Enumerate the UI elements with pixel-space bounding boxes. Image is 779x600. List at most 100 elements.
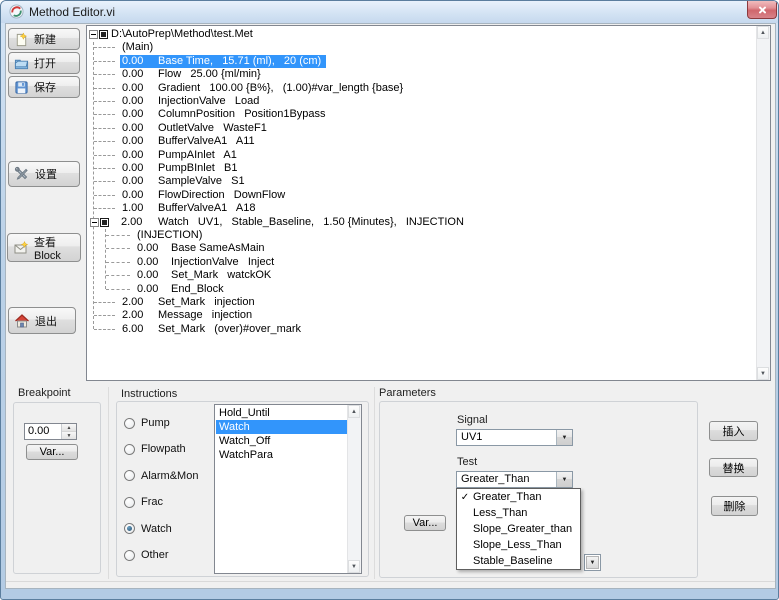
radio-option-other[interactable]: Other [124,548,169,562]
view-block-button[interactable]: 查看Block [7,233,81,262]
breakpoint-value[interactable]: 0.00 [25,424,61,439]
list-item[interactable]: Watch_Off [216,434,347,448]
tree-row[interactable]: 1.00BufferValveA1 A18 [120,202,255,215]
close-button[interactable] [747,1,777,19]
tree-row[interactable]: 0.00Gradient 100.00 {B%}, (1.00)#var_len… [120,82,403,95]
settings-button[interactable]: 设置 [8,161,80,187]
value-select-arrow[interactable]: ▼ [584,554,601,571]
delete-button[interactable]: 删除 [711,496,758,516]
menu-item-less_than[interactable]: Less_Than [457,505,580,521]
tree-row[interactable]: 0.00SampleValve S1 [120,175,245,188]
insert-button[interactable]: 插入 [709,421,758,441]
tree-row[interactable]: 0.00InjectionValve Load [120,95,259,108]
list-item[interactable]: WatchPara [216,448,347,462]
radio-option-pump[interactable]: Pump [124,416,170,430]
parameters-var-button[interactable]: Var... [404,515,446,531]
spinner-up-icon[interactable]: ▲ [62,424,76,432]
tree-row-time: 0.00 [122,95,158,108]
tree-row-time: 0.00 [122,149,158,162]
scroll-down-icon[interactable]: ▼ [757,367,769,380]
open-button[interactable]: 打开 [8,52,80,74]
tree-row[interactable]: (Main) [120,41,153,54]
collapse-icon[interactable] [89,30,98,39]
breakpoint-var-button[interactable]: Var... [26,444,78,460]
tree-row-text: BufferValveA1 A18 [158,202,255,215]
menu-item-label: Slope_Greater_than [473,523,572,535]
scroll-up-icon[interactable]: ▲ [757,26,769,39]
tree-connector [106,262,130,263]
test-label: Test [457,456,477,468]
tree-row-text: D:\AutoPrep\Method\test.Met [111,28,253,41]
list-item[interactable]: Watch [216,420,347,434]
tree-row[interactable]: 0.00Set_Mark watckOK [135,269,271,282]
test-select[interactable]: Greater_Than ▼ [456,471,573,488]
open-folder-icon [14,56,29,71]
scroll-down-icon[interactable]: ▼ [348,560,360,573]
spinner-down-icon[interactable]: ▼ [62,432,76,439]
method-tree[interactable]: ▲ ▼ D:\AutoPrep\Method\test.Met(Main)0.0… [86,25,771,381]
list-scrollbar[interactable]: ▲ ▼ [347,405,361,573]
menu-item-stable_baseline[interactable]: Stable_Baseline [457,553,580,569]
tree-row-text: Flow 25.00 {ml/min} [158,68,261,81]
window-title: Method Editor.vi [29,5,115,19]
tree-row[interactable]: 6.00Set_Mark (over)#over_mark [120,323,301,336]
tree-row[interactable]: 0.00FlowDirection DownFlow [120,189,285,202]
menu-item-slope_greater_than[interactable]: Slope_Greater_than [457,521,580,537]
chevron-down-icon[interactable]: ▼ [556,430,572,445]
radio-icon [124,470,135,481]
tree-row-time: 0.00 [122,135,158,148]
collapse-icon[interactable] [90,218,99,227]
titlebar[interactable]: Method Editor.vi [1,1,779,23]
tree-row-time: 2.00 [122,296,158,309]
tree-row[interactable]: 2.00Watch UV1, Stable_Baseline, 1.50 {Mi… [90,216,464,229]
open-button-label: 打开 [34,55,56,71]
panel-divider [374,387,375,579]
menu-item-slope_less_than[interactable]: Slope_Less_Than [457,537,580,553]
new-button[interactable]: 新建 [8,28,80,50]
list-item[interactable]: Hold_Until [216,406,347,420]
radio-option-watch[interactable]: Watch [124,522,172,536]
tree-row-text: (INJECTION) [137,229,202,242]
tree-row[interactable]: 0.00BufferValveA1 A11 [120,135,255,148]
radio-icon [124,550,135,561]
tree-row[interactable]: 0.00Flow 25.00 {ml/min} [120,68,261,81]
tree-row[interactable]: 0.00InjectionValve Inject [135,256,274,269]
tree-connector [94,61,115,62]
menu-item-label: Slope_Less_Than [473,539,562,551]
tree-row[interactable]: 0.00Base SameAsMain [135,242,265,255]
menu-item-label: Less_Than [473,507,527,519]
save-button[interactable]: 保存 [8,76,80,98]
app-icon [9,4,24,19]
instruction-list[interactable]: ▲ ▼ Hold_UntilWatchWatch_OffWatchPara [214,404,362,574]
tree-row[interactable]: D:\AutoPrep\Method\test.Met [89,28,253,41]
menu-item-greater_than[interactable]: ✓Greater_Than [457,489,580,505]
signal-select[interactable]: UV1 ▼ [456,429,573,446]
tree-row[interactable]: 0.00ColumnPosition Position1Bypass [120,108,326,121]
breakpoint-spinner[interactable]: 0.00 ▲ ▼ [24,423,77,440]
tree-row[interactable]: (INJECTION) [135,229,202,242]
exit-button[interactable]: 退出 [8,307,76,334]
tree-connector [94,195,115,196]
tree-row[interactable]: 0.00Base Time, 15.71 (ml), 20 (cm) [120,55,326,68]
radio-icon [124,523,135,534]
tree-scrollbar[interactable]: ▲ ▼ [756,26,770,380]
radio-option-alarm-mon[interactable]: Alarm&Mon [124,469,198,483]
tree-row[interactable]: 2.00Message injection [120,309,252,322]
radio-label: Other [141,549,169,561]
radio-option-flowpath[interactable]: Flowpath [124,442,186,456]
tree-connector [93,42,94,329]
exit-button-label: 退出 [35,313,57,329]
tree-row[interactable]: 0.00PumpBInlet B1 [120,162,238,175]
replace-button[interactable]: 替换 [709,458,758,477]
tree-connector [94,168,115,169]
tree-connector [94,329,115,330]
tree-row[interactable]: 2.00Set_Mark injection [120,296,255,309]
tree-row[interactable]: 0.00OutletValve WasteF1 [120,122,267,135]
tree-row[interactable]: 0.00End_Block [135,283,224,296]
radio-option-frac[interactable]: Frac [124,495,163,509]
tree-row[interactable]: 0.00PumpAInlet A1 [120,149,237,162]
scroll-up-icon[interactable]: ▲ [348,405,360,418]
chevron-down-icon[interactable]: ▼ [556,472,572,487]
tree-row-text: Set_Mark (over)#over_mark [158,323,301,336]
menu-item-label: Greater_Than [473,491,541,503]
